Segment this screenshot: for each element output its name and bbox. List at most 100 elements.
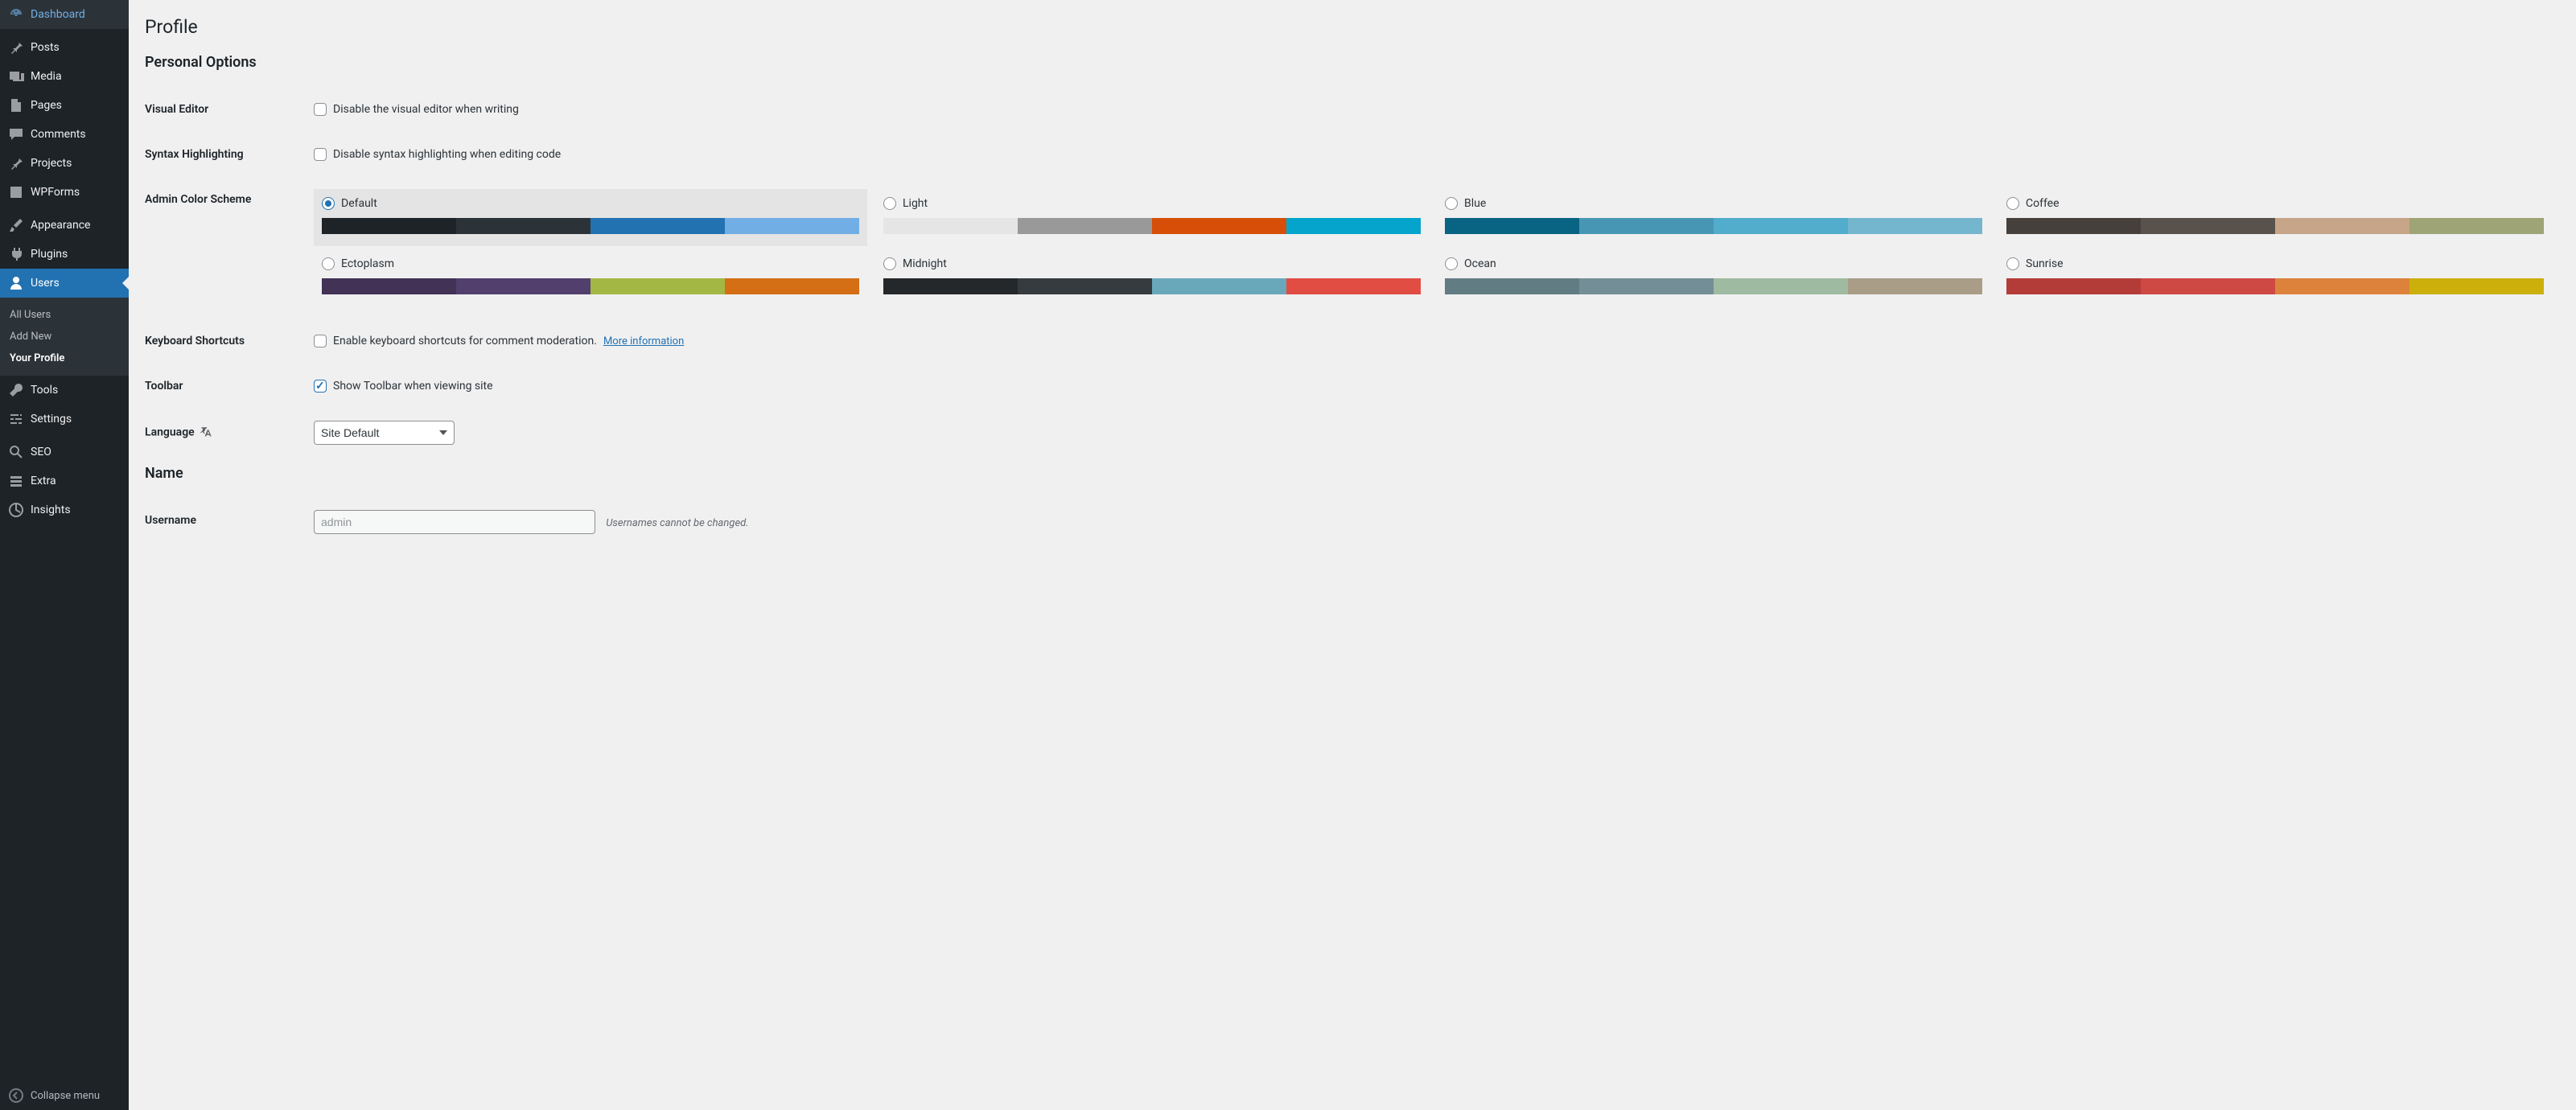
sidebar-item-wpforms[interactable]: WPForms	[0, 178, 129, 207]
sidebar-item-pages[interactable]: Pages	[0, 91, 129, 120]
sidebar-item-label: Projects	[31, 157, 72, 170]
submenu-add-new[interactable]: Add New	[0, 326, 129, 347]
section-personal-options: Personal Options	[145, 54, 2560, 71]
color-swatch	[883, 278, 1421, 294]
wrench-icon	[8, 382, 24, 398]
color-scheme-radio[interactable]	[2006, 197, 2019, 210]
user-icon	[8, 275, 24, 291]
color-scheme-radio[interactable]	[1445, 197, 1458, 210]
sidebar-item-label: Dashboard	[31, 8, 85, 21]
visual-editor-checkbox-label[interactable]: Disable the visual editor when writing	[333, 103, 519, 116]
keyboard-shortcuts-label: Keyboard Shortcuts	[145, 319, 306, 364]
color-scheme-option[interactable]: Ocean	[1437, 249, 1990, 306]
color-scheme-name[interactable]: Coffee	[2026, 197, 2060, 210]
sidebar-item-label: WPForms	[31, 186, 80, 199]
sidebar-item-extra[interactable]: Extra	[0, 467, 129, 495]
pages-icon	[8, 97, 24, 113]
sidebar-item-comments[interactable]: Comments	[0, 120, 129, 149]
sidebar-item-label: Appearance	[31, 219, 90, 232]
color-swatch	[1445, 218, 1982, 234]
color-scheme-option[interactable]: Midnight	[875, 249, 1429, 306]
toolbar-checkbox[interactable]	[314, 380, 327, 393]
color-scheme-name[interactable]: Blue	[1464, 197, 1486, 210]
main-content: Profile Personal Options Visual Editor D…	[129, 0, 2576, 1110]
comments-icon	[8, 126, 24, 142]
username-label: Username	[145, 498, 306, 546]
color-scheme-name[interactable]: Ectoplasm	[341, 257, 394, 270]
pin-icon	[8, 155, 24, 171]
sidebar-item-label: Posts	[31, 41, 60, 54]
color-scheme-radio[interactable]	[2006, 257, 2019, 270]
color-swatch	[1445, 278, 1982, 294]
color-scheme-radio[interactable]	[883, 197, 896, 210]
color-scheme-name[interactable]: Ocean	[1464, 257, 1496, 270]
media-icon	[8, 68, 24, 84]
brush-icon	[8, 217, 24, 233]
sidebar-item-label: Tools	[31, 384, 58, 397]
sidebar-item-tools[interactable]: Tools	[0, 376, 129, 405]
color-scheme-name[interactable]: Light	[903, 197, 928, 210]
color-scheme-option[interactable]: Ectoplasm	[314, 249, 867, 306]
sidebar-item-label: Settings	[31, 413, 72, 426]
sidebar-item-dashboard[interactable]: Dashboard	[0, 0, 129, 29]
sidebar-item-appearance[interactable]: Appearance	[0, 211, 129, 240]
sidebar-item-seo[interactable]: SEO	[0, 438, 129, 467]
visual-editor-checkbox[interactable]	[314, 103, 327, 116]
submenu-your-profile[interactable]: Your Profile	[0, 347, 129, 369]
toolbar-label: Toolbar	[145, 364, 306, 409]
users-submenu: All Users Add New Your Profile	[0, 298, 129, 376]
sidebar-item-label: SEO	[31, 446, 51, 458]
color-scheme-name[interactable]: Midnight	[903, 257, 947, 270]
keyboard-more-info-link[interactable]: More information	[603, 335, 684, 347]
color-swatch	[2006, 278, 2544, 294]
dashboard-icon	[8, 6, 24, 23]
language-label-text: Language	[145, 426, 195, 439]
section-name: Name	[145, 465, 2560, 482]
sidebar-item-posts[interactable]: Posts	[0, 33, 129, 62]
sidebar-item-label: Extra	[31, 475, 56, 487]
translate-icon	[200, 425, 213, 441]
sidebar-item-insights[interactable]: Insights	[0, 495, 129, 524]
color-scheme-option[interactable]: Default	[314, 189, 867, 246]
keyboard-shortcuts-checkbox[interactable]	[314, 335, 327, 347]
color-scheme-option[interactable]: Blue	[1437, 189, 1990, 246]
color-scheme-name[interactable]: Sunrise	[2026, 257, 2064, 270]
sidebar-item-projects[interactable]: Projects	[0, 149, 129, 178]
color-scheme-option[interactable]: Sunrise	[1998, 249, 2552, 306]
username-input	[314, 510, 595, 534]
color-swatch	[322, 278, 859, 294]
admin-sidebar: Dashboard Posts Media Pages Comments Pro…	[0, 0, 129, 1110]
keyboard-shortcuts-checkbox-label[interactable]: Enable keyboard shortcuts for comment mo…	[333, 335, 597, 347]
sidebar-item-label: Insights	[31, 504, 71, 516]
plug-icon	[8, 246, 24, 262]
sidebar-item-plugins[interactable]: Plugins	[0, 240, 129, 269]
syntax-highlighting-label: Syntax Highlighting	[145, 132, 306, 177]
color-scheme-grid: Default Light Blue Coffee Ectoplasm Midnight O…	[314, 189, 2552, 306]
username-description: Usernames cannot be changed.	[606, 517, 748, 529]
color-scheme-option[interactable]: Coffee	[1998, 189, 2552, 246]
syntax-highlighting-checkbox-label[interactable]: Disable syntax highlighting when editing…	[333, 148, 561, 161]
sidebar-item-settings[interactable]: Settings	[0, 405, 129, 434]
sidebar-item-media[interactable]: Media	[0, 62, 129, 91]
color-scheme-radio[interactable]	[883, 257, 896, 270]
sidebar-item-label: Plugins	[31, 248, 68, 261]
syntax-highlighting-checkbox[interactable]	[314, 148, 327, 161]
collapse-menu[interactable]: Collapse menu	[0, 1081, 129, 1110]
submenu-all-users[interactable]: All Users	[0, 304, 129, 326]
sidebar-item-users[interactable]: Users	[0, 269, 129, 298]
language-select[interactable]: Site Default	[314, 421, 455, 445]
color-swatch	[883, 218, 1421, 234]
visual-editor-label: Visual Editor	[145, 87, 306, 132]
page-title: Profile	[145, 16, 2560, 38]
color-scheme-name[interactable]: Default	[341, 197, 377, 210]
collapse-label: Collapse menu	[31, 1090, 100, 1102]
color-scheme-radio[interactable]	[322, 257, 335, 270]
extra-icon	[8, 473, 24, 489]
color-swatch	[322, 218, 859, 234]
toolbar-checkbox-label[interactable]: Show Toolbar when viewing site	[333, 380, 493, 393]
form-icon	[8, 184, 24, 200]
color-scheme-option[interactable]: Light	[875, 189, 1429, 246]
color-scheme-radio[interactable]	[1445, 257, 1458, 270]
color-scheme-label: Admin Color Scheme	[145, 177, 306, 319]
color-scheme-radio[interactable]	[322, 197, 335, 210]
